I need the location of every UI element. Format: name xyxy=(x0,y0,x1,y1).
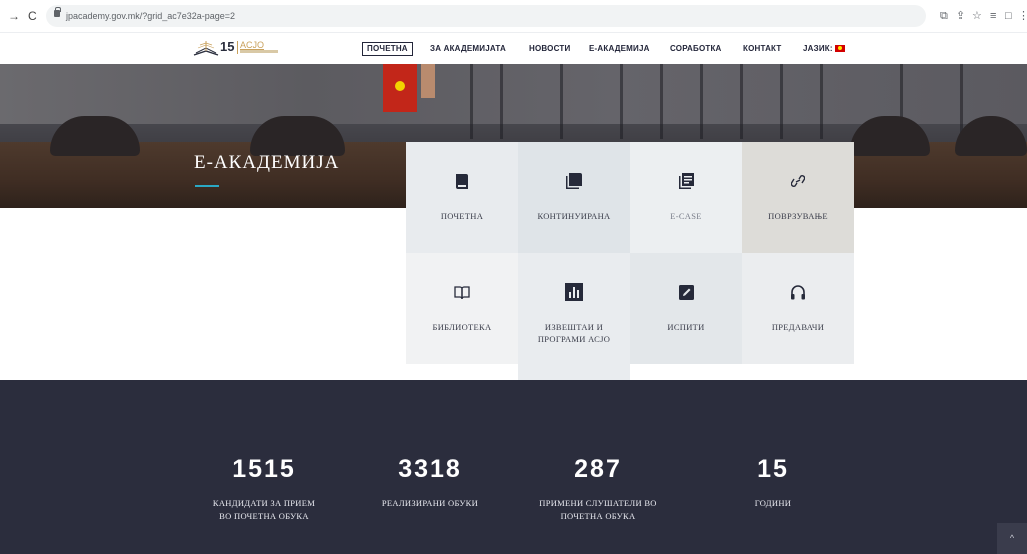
tile-e-case[interactable]: E-CASE xyxy=(630,142,742,253)
tile-label: ПРЕДАВАЧИ xyxy=(771,322,825,332)
books-icon xyxy=(518,172,630,192)
lock-icon[interactable] xyxy=(54,7,61,17)
tile-continuing[interactable]: КОНТИНУИРАНА xyxy=(518,142,630,253)
headphones-icon xyxy=(742,283,854,303)
document-icon xyxy=(630,172,742,192)
edit-icon xyxy=(630,283,742,303)
stat-label: ГОДИНИ xyxy=(754,498,792,508)
hero-wall xyxy=(0,64,1027,124)
hero-stripe xyxy=(700,64,703,139)
menu-item-language[interactable]: ЈАЗИК: xyxy=(803,42,845,56)
side-panel-icon[interactable]: □ xyxy=(1005,10,1012,22)
menu-item-news[interactable]: НОВОСТИ xyxy=(529,42,570,56)
hero-stripe xyxy=(820,64,823,139)
reload-icon[interactable]: C xyxy=(28,9,37,23)
bar-chart-icon xyxy=(518,283,630,303)
page-title: Е-АКАДЕМИЈА xyxy=(194,152,340,173)
tile-label: E-CASE xyxy=(670,211,702,221)
stats-section: 1515 КАНДИДАТИ ЗА ПРИЕМ ВО ПОЧЕТНА ОБУКА… xyxy=(0,380,1027,554)
tile-label: ИЗВЕШТАИ И ПРОГРАМИ АСЈО xyxy=(537,322,611,344)
forward-arrow-icon[interactable]: → xyxy=(8,9,20,23)
stat-number: 1515 xyxy=(232,455,296,483)
tile-label: ПОВРЗУВАЊЕ xyxy=(768,211,828,221)
stat-trainings: 3318 РЕАЛИЗИРАНИ ОБУКИ xyxy=(350,455,510,510)
menu-item-home[interactable]: ПОЧЕТНА xyxy=(362,42,413,56)
menu-item-e-academy[interactable]: Е-АКАДЕМИЈА xyxy=(589,42,650,56)
hero-flag-image-2 xyxy=(421,64,435,98)
stat-students: 287 ПРИМЕНИ СЛУШАТЕЛИ ВО ПОЧЕТНА ОБУКА xyxy=(518,455,678,523)
hero-stripe xyxy=(500,64,503,139)
stat-label: РЕАЛИЗИРАНИ ОБУКИ xyxy=(381,498,479,508)
open-book-icon xyxy=(406,283,518,303)
title-underline xyxy=(195,185,219,187)
stat-years: 15 ГОДИНИ xyxy=(693,455,853,510)
menu-dots-icon[interactable]: ⋮ xyxy=(1018,10,1027,22)
site-header: 15 ACJO ПОЧЕТНА ЗА АКАДЕМИЈАТА НОВОСТИ Е… xyxy=(0,33,1027,64)
tile-exams[interactable]: ИСПИТИ xyxy=(630,253,742,364)
tile-home[interactable]: ПОЧЕТНА xyxy=(406,142,518,253)
tile-label: БИБЛИОТЕКА xyxy=(432,322,492,332)
translate-icon[interactable]: ⧉ xyxy=(940,10,948,22)
hero-stripe xyxy=(780,64,783,139)
tile-label: КОНТИНУИРАНА xyxy=(537,211,611,221)
menu-item-about[interactable]: ЗА АКАДЕМИЈАТА xyxy=(430,42,506,56)
browser-toolbar: → C jpacademy.gov.mk/?grid_ac7e32a-page=… xyxy=(0,0,1027,33)
hero-flag-image xyxy=(383,64,417,112)
stat-number: 3318 xyxy=(398,455,462,483)
hero-stripe xyxy=(470,64,473,139)
reading-list-icon[interactable]: ≡ xyxy=(990,10,996,22)
tile-connecting[interactable]: ПОВРЗУВАЊЕ xyxy=(742,142,854,253)
tile-label: ПОЧЕТНА xyxy=(440,211,484,221)
stat-label: ПРИМЕНИ СЛУШАТЕЛИ ВО ПОЧЕТНА ОБУКА xyxy=(539,498,657,521)
tile-reports[interactable]: ИЗВЕШТАИ И ПРОГРАМИ АСЈО xyxy=(518,253,630,380)
stat-candidates: 1515 КАНДИДАТИ ЗА ПРИЕМ ВО ПОЧЕТНА ОБУКА xyxy=(184,455,344,523)
tile-label: ИСПИТИ xyxy=(667,322,705,332)
share-icon[interactable]: ⇪ xyxy=(956,10,965,22)
star-icon[interactable]: ☆ xyxy=(972,10,982,22)
stat-number: 15 xyxy=(757,455,789,483)
address-url[interactable]: jpacademy.gov.mk/?grid_ac7e32a-page=2 xyxy=(66,10,235,22)
hero-stripe xyxy=(740,64,743,139)
tile-library[interactable]: БИБЛИОТЕКА xyxy=(406,253,518,364)
tile-lecturers[interactable]: ПРЕДАВАЧИ xyxy=(742,253,854,364)
hero-stripe xyxy=(660,64,663,139)
scroll-to-top-button[interactable]: ^ xyxy=(997,523,1027,554)
macedonia-flag-icon xyxy=(834,45,845,52)
hero-chair xyxy=(250,116,345,156)
main-menu: ПОЧЕТНА ЗА АКАДЕМИЈАТА НОВОСТИ Е-АКАДЕМИ… xyxy=(0,42,1027,56)
language-label: ЈАЗИК: xyxy=(803,44,833,53)
menu-item-contact[interactable]: КОНТАКТ xyxy=(743,42,781,56)
e-academy-tiles: ПОЧЕТНА КОНТИНУИРАНА E-CASE ПОВРЗУВАЊЕ Б… xyxy=(406,142,856,380)
hero-stripe xyxy=(620,64,623,139)
book-icon xyxy=(406,172,518,192)
stat-label: КАНДИДАТИ ЗА ПРИЕМ ВО ПОЧЕТНА ОБУКА xyxy=(212,498,316,521)
link-icon xyxy=(742,172,854,192)
menu-item-cooperation[interactable]: СОРАБОТКА xyxy=(670,42,722,56)
stat-number: 287 xyxy=(574,455,622,483)
hero-stripe xyxy=(560,64,563,139)
